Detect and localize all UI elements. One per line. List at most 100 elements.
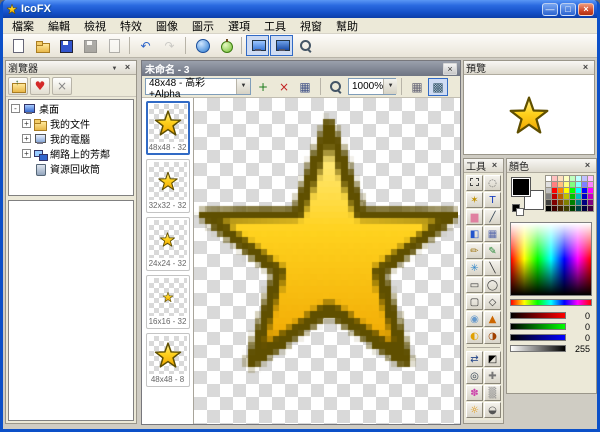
palette-color[interactable] [575, 187, 582, 194]
hue-bar[interactable] [510, 299, 592, 306]
brightness-tool[interactable]: ☼ [466, 402, 483, 418]
tree-item[interactable]: + 我的文件 [10, 116, 132, 131]
folder-up-button[interactable] [8, 76, 28, 95]
line-tool[interactable]: ╲ [484, 260, 501, 276]
palette-color[interactable] [551, 187, 558, 194]
palette-color[interactable] [575, 199, 582, 206]
select-rectangle-tool[interactable] [466, 175, 483, 191]
document-close-icon[interactable]: × [443, 62, 457, 75]
menu-item[interactable]: 圖像 [149, 18, 185, 34]
chevron-down-icon[interactable] [108, 62, 121, 74]
palette-color[interactable] [581, 205, 588, 212]
palette-color[interactable] [569, 187, 576, 194]
menu-item[interactable]: 圖示 [185, 18, 221, 34]
green-slider[interactable] [510, 323, 566, 330]
palette-color[interactable] [551, 181, 558, 188]
export-button[interactable] [102, 35, 125, 56]
rounded-rectangle-tool[interactable]: ▢ [466, 294, 483, 310]
palette-color[interactable] [575, 181, 582, 188]
palette-color[interactable] [581, 187, 588, 194]
menu-item[interactable]: 編輯 [41, 18, 77, 34]
palette-color[interactable] [587, 181, 594, 188]
grid-toggle-button[interactable]: ▦ [407, 78, 427, 96]
palette-color[interactable] [557, 175, 564, 182]
palette-color[interactable] [557, 187, 564, 194]
fill-tool[interactable]: ◧ [466, 226, 483, 242]
palette-color[interactable] [557, 205, 564, 212]
palette-color[interactable] [569, 199, 576, 206]
polygon-tool[interactable]: ◇ [484, 294, 501, 310]
foreground-color-swatch[interactable] [511, 177, 531, 197]
palette-color[interactable] [587, 187, 594, 194]
colors-close-icon[interactable] [581, 160, 594, 172]
zoom-select[interactable]: 1000% [348, 78, 398, 95]
save-all-button[interactable] [78, 35, 101, 56]
palette-color[interactable] [545, 175, 552, 182]
text-tool[interactable]: T [484, 192, 501, 208]
palette-color[interactable] [587, 193, 594, 200]
gradient-tool[interactable]: ▦ [484, 226, 501, 242]
palette-color[interactable] [545, 193, 552, 200]
swap-colors-tool[interactable]: ⇄ [466, 351, 483, 367]
zoom-tool[interactable]: ◎ [466, 368, 483, 384]
internet-button[interactable] [190, 35, 213, 56]
color-field[interactable] [510, 222, 592, 296]
select-lasso-tool[interactable]: ◌ [484, 175, 501, 191]
thumbnail-item[interactable]: 48x48 - 32 [145, 101, 190, 155]
menu-item[interactable]: 選項 [221, 18, 257, 34]
airbrush-tool[interactable]: ✳ [466, 260, 483, 276]
menu-item[interactable]: 檢視 [77, 18, 113, 34]
pixel-grid-toggle-button[interactable]: ▩ [428, 77, 448, 96]
palette-color[interactable] [557, 199, 564, 206]
eraser-tool[interactable]: ▆ [466, 209, 483, 225]
palette-color[interactable] [581, 175, 588, 182]
minimize-button[interactable] [542, 2, 558, 16]
palette-color[interactable] [563, 199, 570, 206]
tree-item[interactable]: - 桌面 [10, 101, 132, 116]
rectangle-tool[interactable]: ▭ [466, 277, 483, 293]
palette-color[interactable] [545, 187, 552, 194]
palette-color[interactable] [563, 181, 570, 188]
palette-color[interactable] [587, 199, 594, 206]
alpha-slider[interactable] [510, 345, 566, 352]
tree-expander[interactable]: + [22, 134, 31, 143]
palette-color[interactable] [569, 175, 576, 182]
palette-color[interactable] [551, 205, 558, 212]
palette-color[interactable] [581, 199, 588, 206]
hue-tool[interactable]: ✽ [466, 385, 483, 401]
palette-color[interactable] [545, 199, 552, 206]
tree-item[interactable]: + 我的電腦 [10, 131, 132, 146]
save-button[interactable] [54, 35, 77, 56]
delete-image-button[interactable]: × [274, 78, 294, 96]
dodge-tool[interactable]: ◐ [466, 328, 483, 344]
pan-tool[interactable]: ✚ [484, 368, 501, 384]
tree-item[interactable]: + 網路上的芳鄰 [10, 146, 132, 161]
color-picker-tool[interactable]: ╱ [484, 209, 501, 225]
thumbnail-item[interactable]: 16x16 - 32 [145, 275, 190, 329]
palette-color[interactable] [587, 205, 594, 212]
favorites-button[interactable]: ♥ [30, 76, 50, 95]
title-bar[interactable]: IcoFX [3, 0, 597, 18]
tools-close-icon[interactable] [488, 160, 501, 172]
palette-color[interactable] [551, 193, 558, 200]
default-colors-tool[interactable]: ◩ [484, 351, 501, 367]
palette-color[interactable] [569, 181, 576, 188]
red-slider[interactable] [510, 312, 566, 319]
palette-color[interactable] [551, 199, 558, 206]
palette-color[interactable] [587, 175, 594, 182]
capture-button[interactable] [246, 35, 269, 56]
palette-color[interactable] [545, 181, 552, 188]
redo-button[interactable]: ↷ [158, 35, 181, 56]
palette-color[interactable] [569, 205, 576, 212]
menu-item[interactable]: 特效 [113, 18, 149, 34]
ellipse-tool[interactable]: ◯ [484, 277, 501, 293]
palette-color[interactable] [563, 187, 570, 194]
palette-color[interactable] [575, 193, 582, 200]
menu-item[interactable]: 幫助 [329, 18, 365, 34]
tree-expander[interactable]: + [22, 149, 31, 158]
add-image-button[interactable]: + [253, 78, 273, 96]
file-list[interactable] [8, 200, 134, 421]
undo-button[interactable]: ↶ [134, 35, 157, 56]
contrast-tool[interactable]: ◒ [484, 402, 501, 418]
palette-color[interactable] [575, 175, 582, 182]
